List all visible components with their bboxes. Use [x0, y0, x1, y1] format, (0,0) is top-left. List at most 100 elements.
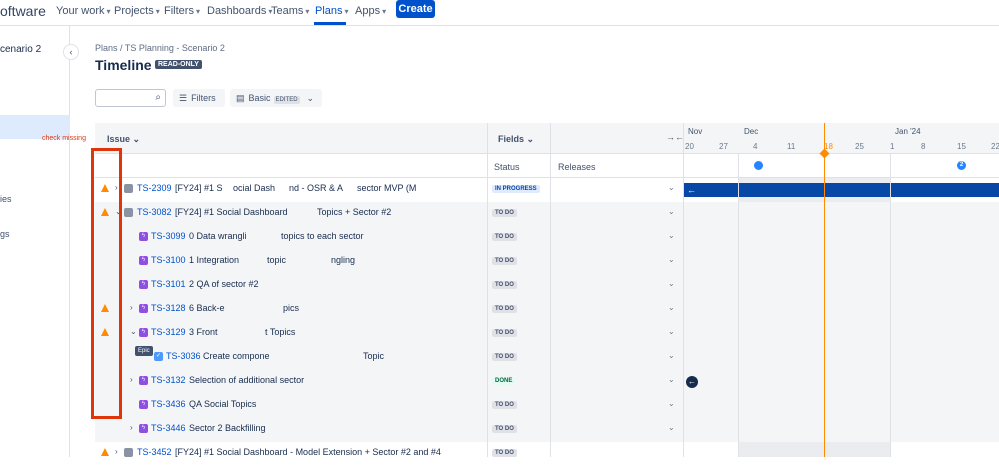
- fields-column-header[interactable]: Fields ⌄: [498, 134, 534, 145]
- status-column-header[interactable]: Status: [494, 162, 520, 172]
- column-divider[interactable]: [683, 123, 684, 457]
- nav-apps[interactable]: Apps ▾: [355, 5, 386, 17]
- issue-key[interactable]: TS-3100: [151, 255, 186, 265]
- issue-key[interactable]: TS-3036: [166, 351, 201, 361]
- chevron-down-icon[interactable]: ⌄: [668, 399, 675, 408]
- status-badge[interactable]: TO DO: [492, 305, 517, 313]
- status-badge[interactable]: TO DO: [492, 353, 517, 361]
- nav-your-work[interactable]: Your work ▾: [56, 5, 111, 17]
- epic-icon: ϟ: [139, 424, 148, 433]
- page-title: Timeline: [95, 57, 152, 73]
- chevron-right-icon[interactable]: ›: [130, 303, 133, 312]
- arrow-left-icon[interactable]: ←: [686, 376, 698, 388]
- chevron-down-icon[interactable]: ⌄: [668, 351, 675, 360]
- table-row[interactable]: ϟ TS-3436 QA Social Topics TO DO ⌄: [95, 394, 999, 418]
- sidebar-item-fragment[interactable]: ies: [0, 194, 12, 204]
- chevron-down-icon[interactable]: ⌄: [130, 327, 137, 336]
- nav-teams[interactable]: Teams ▾: [271, 5, 309, 17]
- status-badge[interactable]: IN PROGRESS: [492, 185, 540, 193]
- issue-key[interactable]: TS-3132: [151, 375, 186, 385]
- nav-filters[interactable]: Filters ▾: [164, 5, 200, 17]
- month-label: Jan '24: [895, 127, 921, 136]
- nav-plans[interactable]: Plans ▾: [315, 5, 349, 17]
- issue-key[interactable]: TS-3436: [151, 399, 186, 409]
- month-label: Nov: [688, 127, 703, 136]
- chevron-right-icon[interactable]: ›: [115, 447, 118, 456]
- issue-summary: topic: [267, 255, 287, 265]
- view-icon: ▤: [236, 93, 245, 103]
- chevron-down-icon[interactable]: ⌄: [668, 303, 675, 312]
- search-icon: ⌕: [155, 92, 161, 103]
- issue-key[interactable]: TS-3101: [151, 279, 186, 289]
- status-badge[interactable]: TO DO: [492, 329, 517, 337]
- status-badge[interactable]: TO DO: [492, 257, 517, 265]
- nav-dashboards[interactable]: Dashboards ▾: [207, 5, 272, 17]
- issue-column-header[interactable]: Issue ⌄: [107, 134, 140, 145]
- issue-summary: [FY24] #1 Social Dashboard: [175, 207, 288, 217]
- table-row[interactable]: › ϟ TS-3132 Selection of additional sect…: [95, 370, 999, 394]
- nav-projects[interactable]: Projects ▾: [114, 5, 160, 17]
- collapse-sidebar-button[interactable]: ‹: [63, 44, 79, 60]
- table-row[interactable]: › TS-2309 [FY24] #1 S ocial Dash nd - OS…: [95, 178, 999, 202]
- chevron-down-icon[interactable]: ⌄: [668, 183, 675, 192]
- issue-summary: 2 QA of sector #2: [189, 279, 259, 289]
- table-row[interactable]: ⌄ TS-3082 [FY24] #1 Social Dashboard Top…: [95, 202, 999, 226]
- status-badge[interactable]: DONE: [492, 377, 516, 385]
- product-logo[interactable]: oftware: [0, 3, 46, 19]
- create-button[interactable]: Create: [396, 0, 435, 18]
- column-divider[interactable]: [550, 123, 551, 457]
- issue-key[interactable]: TS-2309: [137, 183, 172, 193]
- chevron-down-icon[interactable]: ⌄: [668, 423, 675, 432]
- chevron-down-icon[interactable]: ⌄: [668, 231, 675, 240]
- issue-summary: Topic: [363, 351, 385, 361]
- status-badge[interactable]: TO DO: [492, 449, 517, 457]
- day-label: 20: [685, 142, 694, 151]
- table-row[interactable]: › TS-3452 [FY24] #1 Social Dashboard - M…: [95, 442, 999, 466]
- expand-fields-icon[interactable]: →←: [666, 132, 684, 142]
- sidebar-item-fragment[interactable]: gs: [0, 229, 10, 239]
- chevron-down-icon[interactable]: ⌄: [668, 207, 675, 216]
- warning-icon[interactable]: [101, 448, 109, 456]
- column-divider[interactable]: [487, 123, 488, 457]
- issue-key[interactable]: TS-3446: [151, 423, 186, 433]
- issue-key[interactable]: TS-3099: [151, 231, 186, 241]
- status-badge[interactable]: TO DO: [492, 281, 517, 289]
- issue-key[interactable]: TS-3129: [151, 327, 186, 337]
- table-row[interactable]: ⌄ ϟ TS-3129 3 Front t Topics TO DO ⌄: [95, 322, 999, 346]
- status-badge[interactable]: TO DO: [492, 401, 517, 409]
- chevron-right-icon[interactable]: ›: [130, 423, 133, 432]
- table-row[interactable]: › ϟ TS-3128 6 Back-e pics TO DO ⌄: [95, 298, 999, 322]
- chevron-down-icon[interactable]: ⌄: [668, 279, 675, 288]
- day-label: 22: [991, 142, 999, 151]
- view-settings-button[interactable]: ▤ Basic EDITED ⌄: [230, 89, 322, 107]
- table-row[interactable]: ϟ TS-3101 2 QA of sector #2 TO DO ⌄: [95, 274, 999, 298]
- issue-key[interactable]: TS-3452: [137, 447, 172, 457]
- day-label: 4: [753, 142, 758, 151]
- breadcrumb[interactable]: Plans / TS Planning - Scenario 2: [95, 43, 225, 53]
- status-badge[interactable]: TO DO: [492, 425, 517, 433]
- filters-button[interactable]: ☰ Filters: [173, 89, 225, 107]
- issue-key[interactable]: TS-3082: [137, 207, 172, 217]
- day-label: 15: [957, 142, 966, 151]
- grid-header: Issue ⌄ Fields ⌄ →← Nov Dec Jan '24 20 2…: [95, 123, 999, 154]
- table-row[interactable]: ϟ TS-3100 1 Integration topic ngling TO …: [95, 250, 999, 274]
- releases-column-header[interactable]: Releases: [558, 162, 596, 172]
- timeline-bar[interactable]: ←: [684, 183, 999, 197]
- issue-key[interactable]: TS-3128: [151, 303, 186, 313]
- initiative-icon: [124, 184, 133, 193]
- release-marker-count[interactable]: 2: [957, 161, 966, 170]
- chevron-down-icon[interactable]: ⌄: [668, 327, 675, 336]
- chevron-down-icon[interactable]: ⌄: [668, 375, 675, 384]
- chevron-right-icon[interactable]: ›: [130, 375, 133, 384]
- sidebar-project-name[interactable]: cenario 2: [0, 44, 41, 55]
- table-row[interactable]: ✓ TS-3036 Create compone Topic TO DO ⌄: [95, 346, 999, 370]
- search-input[interactable]: ⌕: [95, 89, 166, 107]
- table-row[interactable]: ϟ TS-3099 0 Data wrangli topics to each …: [95, 226, 999, 250]
- epic-tooltip: Epic: [135, 346, 153, 356]
- grid-subheader: Status Releases 2: [95, 154, 999, 178]
- chevron-down-icon[interactable]: ⌄: [668, 255, 675, 264]
- status-badge[interactable]: TO DO: [492, 233, 517, 241]
- table-row[interactable]: › ϟ TS-3446 Sector 2 Backfilling TO DO ⌄: [95, 418, 999, 442]
- release-marker[interactable]: [754, 161, 763, 170]
- status-badge[interactable]: TO DO: [492, 209, 517, 217]
